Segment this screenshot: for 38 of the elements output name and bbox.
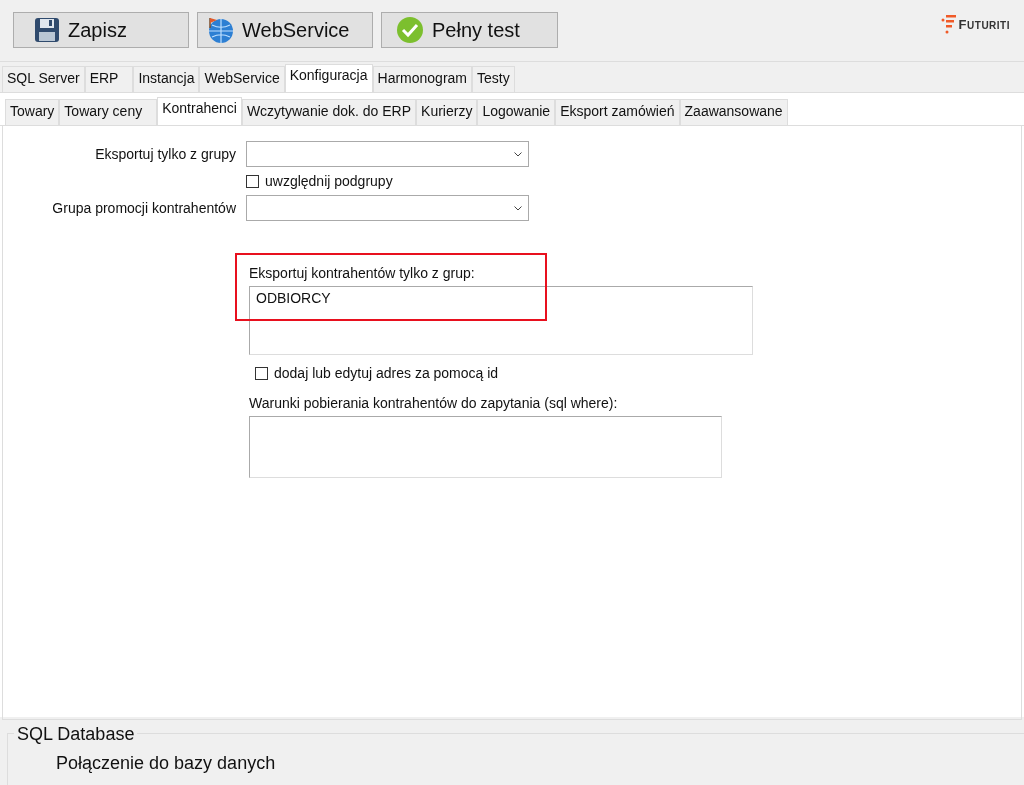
tab[interactable]: Towary ceny <box>59 99 158 125</box>
tab[interactable]: Kontrahenci <box>157 97 242 125</box>
toolbar-button[interactable]: Zapisz <box>13 12 189 48</box>
tab[interactable]: Kurierzy <box>416 99 478 125</box>
tab[interactable]: Konfiguracja <box>284 64 373 92</box>
checkbox[interactable] <box>255 366 268 380</box>
tab[interactable]: Logowanie <box>477 99 556 125</box>
tab[interactable]: Instancja <box>133 66 200 92</box>
chevron-down-icon <box>514 151 522 157</box>
checkbox-label: dodaj lub edytuj adres za pomocą id <box>274 365 499 381</box>
tab[interactable]: ERP <box>84 66 134 92</box>
toolbar-button[interactable]: Pełny test <box>381 12 558 48</box>
field-label: Eksportuj tylko z grupy <box>94 146 236 162</box>
toolbar-button[interactable]: WebService <box>197 12 373 48</box>
dropdown[interactable] <box>246 195 529 221</box>
logo-icon <box>940 12 957 36</box>
checkbox-label: uwzględnij podgrupy <box>265 173 393 189</box>
checkmark-icon <box>396 16 424 44</box>
tab[interactable]: Harmonogram <box>372 66 472 92</box>
tab[interactable]: WebService <box>199 66 285 92</box>
status-text: Połączenie do bazy danych <box>56 753 276 774</box>
tab[interactable]: Testy <box>472 66 515 92</box>
dropdown[interactable] <box>246 141 529 167</box>
group-title: SQL Database <box>14 724 138 745</box>
logo-text: FUTURITI <box>958 16 1010 32</box>
tab[interactable]: SQL Server <box>2 66 85 92</box>
text-area[interactable]: ODBIORCY <box>249 286 753 355</box>
field-label: Grupa promocji kontrahentów <box>51 200 236 216</box>
chevron-down-icon <box>514 205 522 211</box>
tab[interactable]: Wczytywanie dok. do ERP <box>241 99 417 125</box>
tab[interactable]: Eksport zamówień <box>555 99 680 125</box>
text-area[interactable] <box>249 416 722 478</box>
tab[interactable]: Zaawansowane <box>679 99 788 125</box>
tab[interactable]: Towary <box>5 99 60 125</box>
checkbox[interactable] <box>246 174 259 188</box>
field-label: Warunki pobierania kontrahentów do zapytania (sql where): <box>249 395 618 411</box>
globe-flag-icon <box>206 16 234 44</box>
field-label: Eksportuj kontrahentów tylko z grup: <box>249 265 476 281</box>
